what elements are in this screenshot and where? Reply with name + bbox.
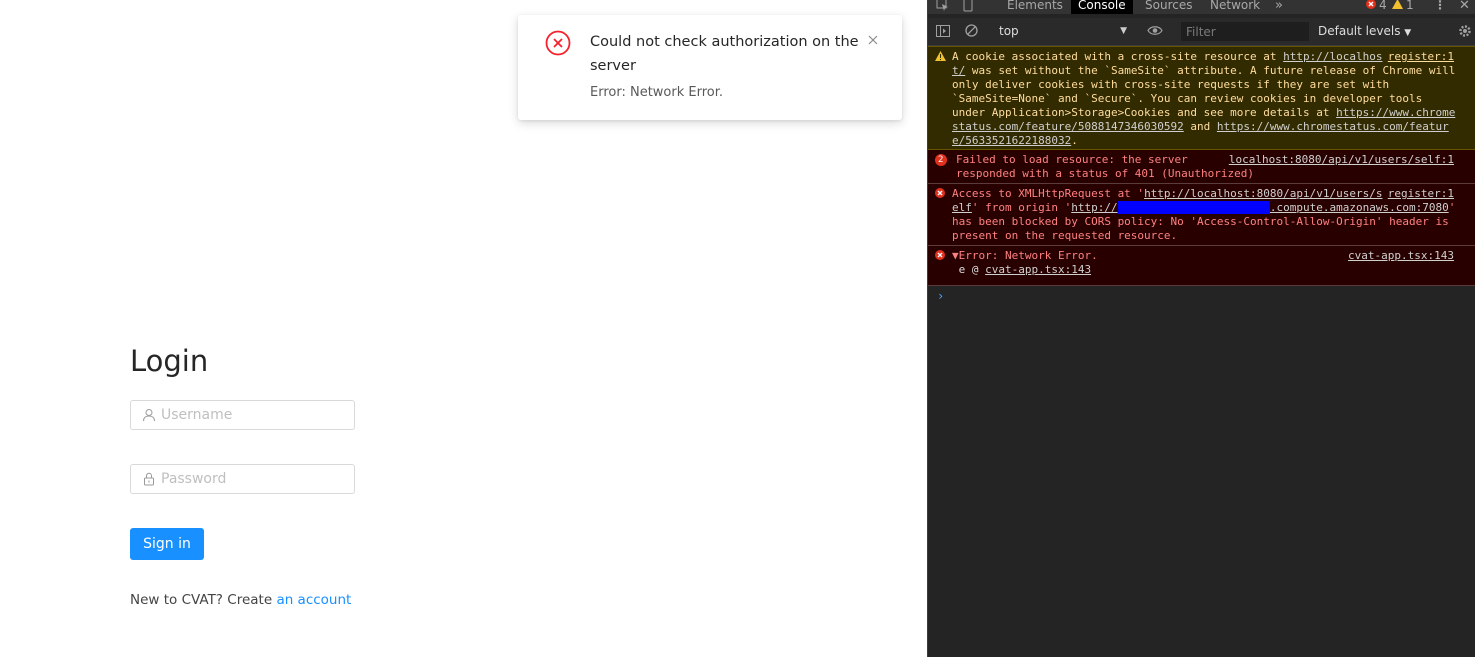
notification-message: Could not check authorization on the ser… — [590, 34, 859, 74]
lock-icon — [144, 472, 154, 486]
tab-network[interactable]: Network — [1210, 0, 1260, 14]
log-levels-label: Default levels — [1318, 24, 1401, 38]
warning-url-link-cont[interactable]: t/ — [952, 64, 965, 77]
origin-link[interactable]: http:// — [1071, 201, 1117, 214]
console-cors-error-message: Access to XMLHttpRequest at 'http://loca… — [928, 184, 1475, 246]
context-selector[interactable]: top ▼ — [993, 21, 1133, 41]
warning-text: A cookie associated with a cross-site re… — [952, 50, 1456, 147]
network-error-source-link[interactable]: cvat-app.tsx:143 — [1348, 249, 1454, 263]
register-prompt: New to CVAT? Create an account — [130, 592, 351, 608]
notification-description: Error: Network Error. — [590, 85, 724, 100]
redacted-hostname: ec2-xx-xxx-xx-xxx.xx-xx — [1117, 201, 1270, 214]
chromestatus-link-2[interactable]: https://www.chromestatus.com/featur — [1217, 120, 1449, 133]
api-self-link-cont[interactable]: elf — [952, 201, 972, 214]
stack-frame-link[interactable]: cvat-app.tsx:143 — [985, 263, 1091, 276]
cvat-app: Login Sign in New to CVAT? Create an acc… — [0, 0, 927, 657]
warning-count[interactable]: 1 — [1406, 0, 1414, 14]
console-network-error-message: ▼Error: Network Error. e @ cvat-app.tsx:… — [928, 246, 1475, 286]
error-notification: Could not check authorization on the ser… — [518, 15, 902, 120]
console-filter-input[interactable] — [1181, 22, 1309, 41]
tab-sources[interactable]: Sources — [1145, 0, 1192, 14]
tab-console[interactable]: Console — [1071, 0, 1133, 14]
username-input[interactable] — [161, 401, 346, 429]
console-error-message: 2 Failed to load resource: the server re… — [928, 150, 1475, 184]
chromestatus-link-2-cont[interactable]: e/5633521622188032 — [952, 134, 1071, 147]
register-prefix: New to CVAT? Create — [130, 592, 273, 608]
warning-url-link[interactable]: http://localhos — [1283, 50, 1382, 63]
console-messages: A cookie associated with a cross-site re… — [928, 46, 1475, 306]
tab-elements[interactable]: Elements — [1007, 0, 1063, 14]
error-icon — [935, 188, 945, 198]
devtools-tabbar: Elements Console Sources Network » 4 1 ⋮… — [928, 0, 1475, 14]
create-account-link[interactable]: an account — [276, 592, 351, 608]
password-field[interactable] — [130, 464, 355, 494]
chromestatus-link-1-cont[interactable]: status.com/feature/5088147346030592 — [952, 120, 1184, 133]
inspect-element-icon[interactable] — [936, 0, 950, 12]
close-devtools-icon[interactable]: ✕ — [1459, 0, 1470, 14]
sign-in-button[interactable]: Sign in — [130, 528, 204, 560]
console-toolbar: top ▼ Default levels ▼ — [928, 18, 1475, 46]
password-input[interactable] — [161, 465, 346, 493]
console-prompt-caret-icon: › — [937, 289, 945, 303]
error-circle-icon — [545, 30, 571, 56]
console-warning-message: A cookie associated with a cross-site re… — [928, 46, 1475, 150]
caret-down-icon: ▼ — [1120, 26, 1127, 36]
login-title: Login — [130, 344, 209, 378]
user-icon — [143, 409, 155, 422]
warning-count-icon — [1392, 0, 1403, 9]
settings-gear-icon[interactable] — [1458, 24, 1472, 38]
error-count[interactable]: 4 — [1379, 0, 1387, 14]
api-self-link[interactable]: http://localhost:8080/api/v1/users/s — [1144, 187, 1382, 200]
warning-source-link[interactable]: register:1 — [1388, 50, 1454, 64]
sidebar-toggle-icon[interactable] — [936, 25, 950, 37]
caret-down-icon: ▼ — [1404, 28, 1412, 38]
menu-kebab-icon[interactable]: ⋮ — [1434, 0, 1446, 14]
origin-link-cont[interactable]: .compute.amazonaws.com:7080 — [1270, 201, 1449, 214]
device-toggle-icon[interactable] — [962, 0, 974, 12]
error-repeat-count: 2 — [938, 155, 944, 165]
clear-console-icon[interactable] — [965, 24, 978, 37]
cors-error-source-link[interactable]: register:1 — [1388, 187, 1454, 201]
error-count-icon — [1366, 0, 1376, 9]
warning-icon — [935, 51, 946, 61]
devtools-panel: Elements Console Sources Network » 4 1 ⋮… — [927, 0, 1475, 657]
error-source-link[interactable]: localhost:8080/api/v1/users/self:1 — [1229, 153, 1454, 167]
live-expression-eye-icon[interactable] — [1147, 25, 1163, 36]
error-icon — [935, 250, 945, 260]
cors-error-text: Access to XMLHttpRequest at 'http://loca… — [952, 187, 1456, 242]
console-prompt-row[interactable]: › — [928, 286, 1475, 306]
username-field[interactable] — [130, 400, 355, 430]
more-tabs-icon[interactable]: » — [1275, 0, 1283, 14]
close-icon[interactable] — [866, 33, 880, 47]
log-levels-dropdown[interactable]: Default levels ▼ — [1318, 21, 1411, 43]
context-value: top — [999, 24, 1019, 38]
chromestatus-link-1[interactable]: https://www.chrome — [1336, 106, 1455, 119]
